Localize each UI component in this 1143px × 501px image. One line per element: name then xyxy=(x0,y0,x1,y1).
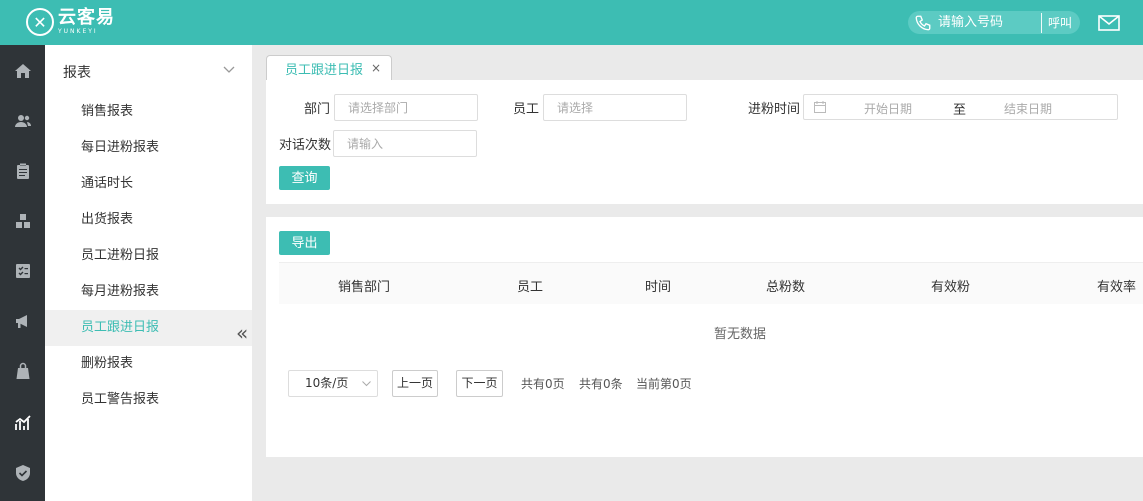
icon-sidebar xyxy=(0,45,45,501)
filter-panel: 部门 员工 进粉时间 开始日期 至 结束日期 对话次数 查询 xyxy=(266,80,1143,204)
chevron-down-icon[interactable] xyxy=(223,64,235,74)
menu-item-daily-fans-report[interactable]: 每日进粉报表 xyxy=(45,130,252,166)
dial-box: 呼叫 xyxy=(908,11,1080,34)
results-panel: 导出 销售部门 员工 时间 总粉数 有效粉 有效率 暂无数据 10条/页 上一页… xyxy=(266,217,1143,457)
mail-icon[interactable] xyxy=(1098,14,1120,32)
current-page-text: 当前第0页 xyxy=(636,377,692,391)
close-icon[interactable]: × xyxy=(371,61,381,75)
top-bar: ✕ 云客易 YUNKEYI 呼叫 xyxy=(0,0,1143,45)
page-size-select[interactable]: 10条/页 xyxy=(288,370,378,397)
department-label: 部门 xyxy=(304,102,331,117)
table-header: 销售部门 员工 时间 总粉数 有效粉 有效率 xyxy=(279,262,1143,304)
logo-name: 云客易 xyxy=(58,7,115,28)
tab-label: 员工跟进日报 xyxy=(285,62,364,78)
menu-item-sales-report[interactable]: 销售报表 xyxy=(45,94,252,130)
column-header-staff[interactable]: 员工 xyxy=(517,276,543,295)
shield-icon[interactable] xyxy=(0,453,45,493)
column-header-time[interactable]: 时间 xyxy=(645,276,671,295)
menu-item-call-duration[interactable]: 通话时长 xyxy=(45,166,252,202)
empty-state-text: 暂无数据 xyxy=(714,327,767,342)
dialog-count-input[interactable] xyxy=(333,130,477,157)
tab-staff-followup-daily[interactable]: 员工跟进日报 × xyxy=(266,55,392,80)
column-header-valid-rate[interactable]: 有效率 xyxy=(1097,276,1136,295)
home-icon[interactable] xyxy=(0,51,45,91)
cubes-icon[interactable] xyxy=(0,201,45,241)
logo-subtitle: YUNKEYI xyxy=(58,28,98,35)
query-button[interactable]: 查询 xyxy=(279,166,330,190)
export-button[interactable]: 导出 xyxy=(279,231,330,255)
logo-mark-icon: ✕ xyxy=(26,8,54,36)
column-header-sales-dept[interactable]: 销售部门 xyxy=(338,276,390,295)
end-date-input[interactable]: 结束日期 xyxy=(1004,100,1052,117)
department-select[interactable] xyxy=(334,94,478,121)
dialog-count-label: 对话次数 xyxy=(279,138,332,153)
bag-icon[interactable] xyxy=(0,351,45,391)
staff-label: 员工 xyxy=(513,102,540,117)
menu-item-shipment-report[interactable]: 出货报表 xyxy=(45,202,252,238)
next-page-button[interactable]: 下一页 xyxy=(456,370,503,397)
chevron-down-icon xyxy=(362,381,371,387)
total-items-text: 共有0条 xyxy=(579,377,623,391)
phone-icon xyxy=(908,11,938,34)
clipboard-icon[interactable] xyxy=(0,151,45,191)
page-size-value: 10条/页 xyxy=(305,376,349,390)
users-icon[interactable] xyxy=(0,101,45,141)
start-date-input[interactable]: 开始日期 xyxy=(864,100,912,117)
divider xyxy=(1040,12,1042,33)
staff-select[interactable] xyxy=(543,94,687,121)
menu-item-staff-warning-report[interactable]: 员工警告报表 xyxy=(45,382,252,418)
logo: ✕ 云客易 YUNKEYI xyxy=(26,8,115,36)
menu-item-deleted-fans-report[interactable]: 删粉报表 xyxy=(45,346,252,382)
date-range-label: 进粉时间 xyxy=(748,102,801,117)
call-button[interactable]: 呼叫 xyxy=(1042,14,1080,31)
total-pages-text: 共有0页 xyxy=(521,377,565,391)
collapse-menu-button[interactable]: « xyxy=(236,321,248,345)
report-menu: 报表 销售报表 每日进粉报表 通话时长 出货报表 员工进粉日报 每月进粉报表 员… xyxy=(45,45,252,501)
column-header-valid-fans[interactable]: 有效粉 xyxy=(931,276,970,295)
prev-page-button[interactable]: 上一页 xyxy=(392,370,438,397)
column-header-total-fans[interactable]: 总粉数 xyxy=(766,276,805,295)
menu-item-staff-daily-fans[interactable]: 员工进粉日报 xyxy=(45,238,252,274)
phone-number-input[interactable] xyxy=(938,15,1041,30)
report-chart-icon[interactable] xyxy=(0,403,45,443)
calendar-icon xyxy=(814,101,826,113)
date-range-picker[interactable]: 开始日期 至 结束日期 xyxy=(803,94,1118,120)
menu-item-monthly-fans-report[interactable]: 每月进粉报表 xyxy=(45,274,252,310)
checklist-icon[interactable] xyxy=(0,251,45,291)
megaphone-icon[interactable] xyxy=(0,301,45,341)
menu-title[interactable]: 报表 xyxy=(63,62,91,82)
menu-item-staff-followup-daily[interactable]: 员工跟进日报 xyxy=(45,310,252,346)
date-range-separator: 至 xyxy=(953,103,967,118)
